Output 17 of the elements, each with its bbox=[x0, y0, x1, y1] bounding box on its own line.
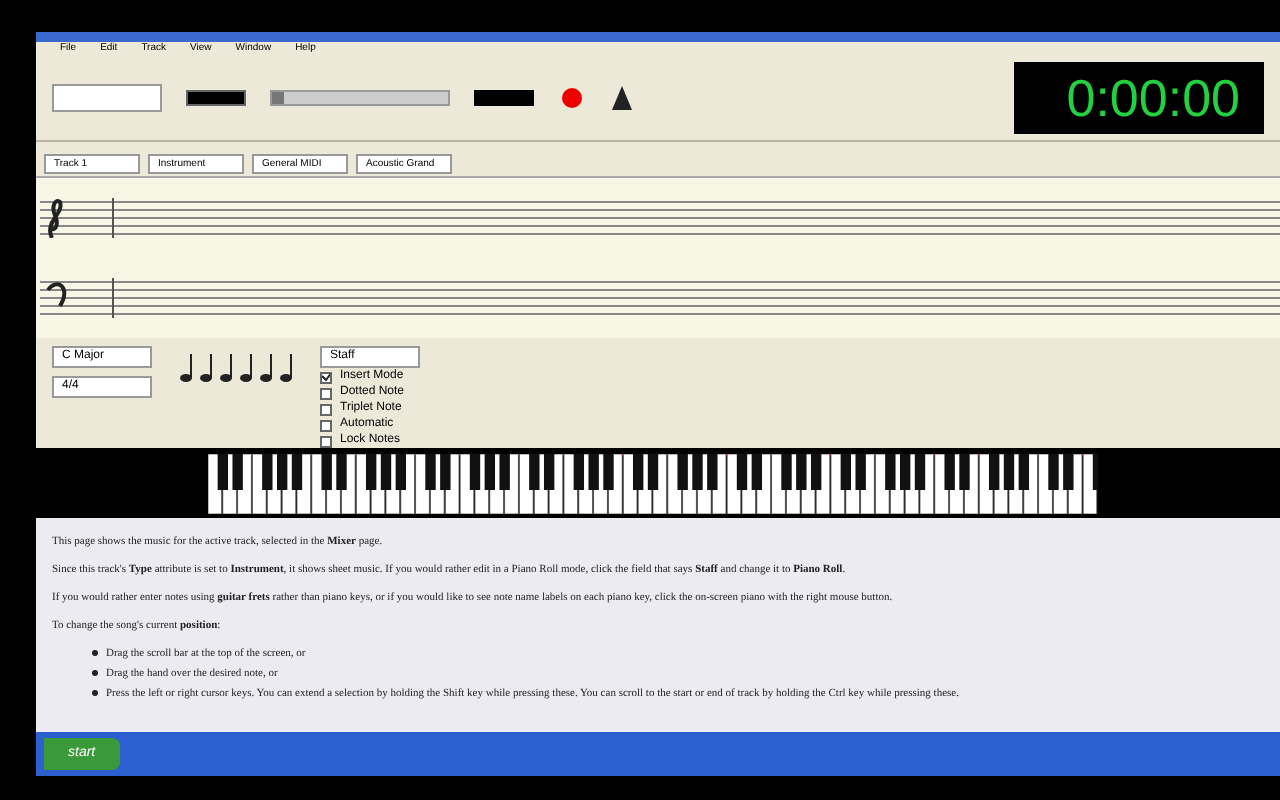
time-display: 0:00:00 bbox=[1014, 62, 1264, 134]
checkbox[interactable] bbox=[320, 371, 332, 383]
checkbox[interactable] bbox=[320, 387, 332, 399]
piano-keyboard[interactable] bbox=[208, 453, 1098, 513]
slider-thumb[interactable] bbox=[272, 92, 284, 104]
bullet-icon bbox=[92, 670, 98, 676]
checkbox[interactable] bbox=[320, 403, 332, 415]
checkbox[interactable] bbox=[320, 435, 332, 447]
checkbox[interactable] bbox=[320, 419, 332, 431]
bullet-icon bbox=[92, 650, 98, 656]
metronome-icon[interactable] bbox=[610, 84, 634, 112]
record-icon[interactable] bbox=[558, 84, 586, 112]
song-field[interactable] bbox=[52, 84, 162, 112]
bullet-icon bbox=[92, 690, 98, 696]
position-meter bbox=[186, 90, 246, 106]
scroll-slider[interactable] bbox=[270, 90, 450, 106]
tempo-meter bbox=[474, 90, 534, 106]
